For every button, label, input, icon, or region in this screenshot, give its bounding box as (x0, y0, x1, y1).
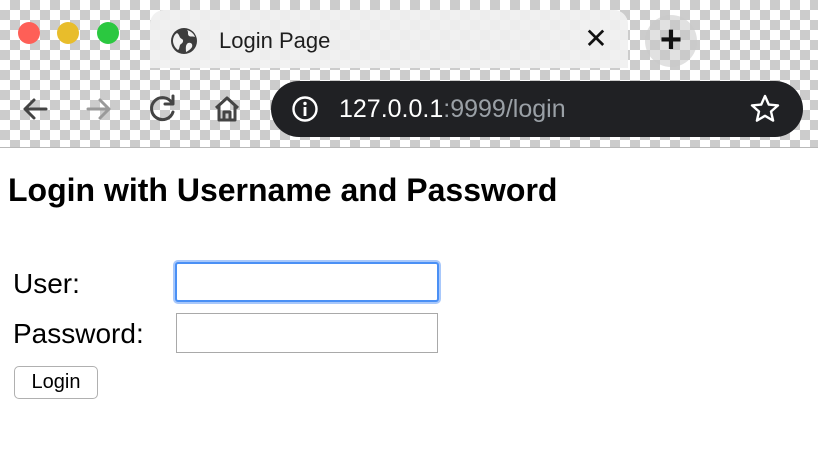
user-label: User: (13, 268, 80, 299)
home-icon[interactable] (208, 90, 246, 128)
address-bar[interactable]: 127.0.0.1:9999/login (271, 81, 803, 137)
info-icon[interactable] (291, 95, 319, 123)
url-host: 127.0.0.1 (339, 95, 444, 123)
user-input[interactable] (175, 262, 439, 302)
window-close-button[interactable] (18, 22, 40, 44)
window-minimize-button[interactable] (57, 22, 79, 44)
tab-title: Login Page (219, 28, 331, 53)
star-icon[interactable] (749, 93, 781, 125)
page-title: Login with Username and Password (8, 172, 558, 208)
login-button[interactable]: Login (14, 366, 98, 399)
reload-icon[interactable] (144, 90, 182, 128)
url-text: 127.0.0.1:9999/login (339, 95, 566, 123)
browser-tab[interactable]: Login Page ✕ (150, 10, 628, 68)
password-label: Password: (13, 318, 144, 349)
back-arrow-icon[interactable] (16, 90, 54, 128)
plus-icon: + (659, 19, 683, 61)
browser-chrome: Login Page ✕ + 127.0.0.1:9999/login (0, 0, 818, 148)
new-tab-button[interactable]: + (645, 15, 697, 67)
window-maximize-button[interactable] (97, 22, 119, 44)
forward-arrow-icon[interactable] (80, 90, 118, 128)
tab-close-icon[interactable]: ✕ (582, 24, 610, 54)
globe-icon (171, 28, 197, 54)
password-input[interactable] (176, 313, 438, 353)
url-path: :9999/login (443, 95, 566, 123)
